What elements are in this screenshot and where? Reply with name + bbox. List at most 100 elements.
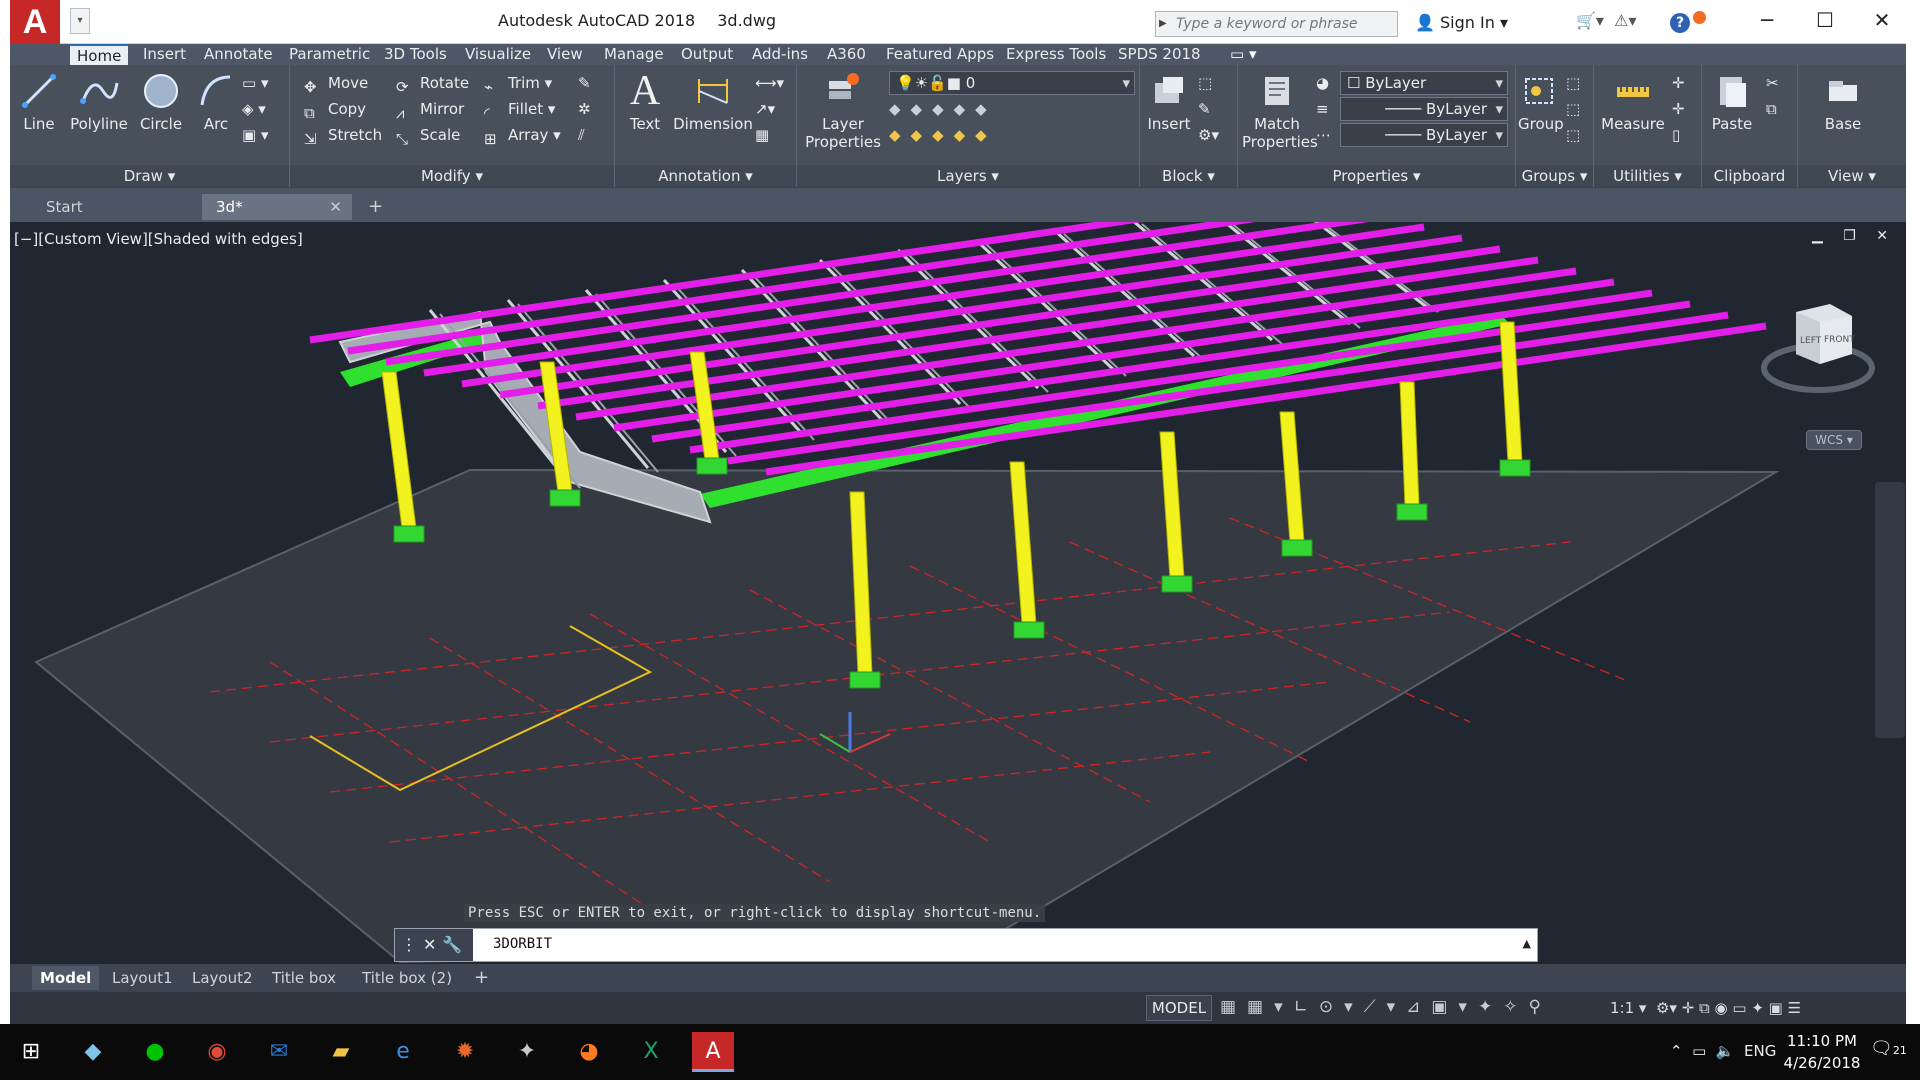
ribbon-minimize-icon[interactable]: ▭ ▾ — [1230, 44, 1256, 65]
tab-view[interactable]: View — [547, 44, 583, 65]
measure-tool[interactable]: Measure — [1600, 71, 1666, 133]
command-input[interactable]: 3DORBIT — [493, 936, 552, 952]
app-icon-8[interactable]: ✦ — [506, 1032, 548, 1072]
app-icon-3[interactable]: ◉ — [196, 1032, 238, 1072]
group-select-icon[interactable]: ⬚ — [1566, 123, 1580, 147]
move-tool[interactable]: ✥ Move — [304, 71, 368, 96]
calculator-icon[interactable]: ▯ — [1672, 123, 1680, 147]
group-tool[interactable]: Group — [1518, 71, 1564, 133]
close-tab-icon[interactable]: ✕ — [329, 194, 342, 220]
system-tray[interactable]: ⌃ ▭ 🔈 ENG — [1670, 1042, 1776, 1060]
insert-tool[interactable]: Insert — [1144, 71, 1194, 133]
tab-annotate[interactable]: Annotate — [204, 44, 273, 65]
paste-tool[interactable]: Paste — [1708, 71, 1756, 133]
tab-title-box-2[interactable]: Title box (2) — [354, 966, 460, 990]
rectangle-icon[interactable]: ▭ ▾ — [242, 71, 268, 95]
point-icon[interactable]: ✛ — [1672, 97, 1685, 121]
polyline-tool[interactable]: Polyline — [68, 71, 130, 133]
stretch-tool[interactable]: ⇲ Stretch — [304, 123, 382, 148]
view-panel-label[interactable]: View ▾ — [1798, 165, 1906, 187]
app-icon-1[interactable]: ◆ — [72, 1032, 114, 1072]
command-line[interactable]: ⋮✕🔧 3DORBIT ▲ — [394, 928, 1538, 962]
fillet-tool[interactable]: ◜ Fillet ▾ — [484, 97, 555, 122]
tab-3d-tools[interactable]: 3D Tools — [384, 44, 447, 65]
autocad-taskbar-icon[interactable]: A — [692, 1032, 734, 1072]
color-dropdown[interactable]: ☐ ByLayer — [1340, 71, 1508, 95]
annotation-panel-label[interactable]: Annotation ▾ — [615, 165, 796, 187]
start-icon[interactable]: ⊞ — [10, 1032, 52, 1072]
text-tool[interactable]: A Text — [623, 70, 667, 133]
language-indicator[interactable]: ENG — [1744, 1042, 1776, 1060]
viewport-window-controls[interactable]: ▁ ❐ ✕ — [1812, 228, 1896, 244]
app-menu-button[interactable]: A — [10, 0, 60, 44]
line-tool[interactable]: Line — [16, 71, 62, 133]
modify-panel-label[interactable]: Modify ▾ — [290, 165, 614, 187]
view-cube[interactable]: LEFT FRONT — [1760, 298, 1876, 394]
clock[interactable]: 11:10 PM 4/26/2018 — [1776, 1030, 1868, 1074]
attribute-icon[interactable]: ⚙▾ — [1198, 123, 1219, 147]
edit-block-icon[interactable]: ✎ — [1198, 97, 1211, 121]
base-tool[interactable]: Base — [1818, 71, 1868, 133]
leader-icon[interactable]: ↗▾ — [755, 97, 775, 121]
new-tab-icon[interactable]: + — [360, 194, 392, 220]
layer-dropdown[interactable]: 💡☀🔓■ 0 — [889, 71, 1135, 95]
tab-spds-2018[interactable]: SPDS 2018 — [1118, 44, 1201, 65]
circle-tool[interactable]: Circle — [134, 71, 188, 133]
linear-dim-icon[interactable]: ⟷▾ — [755, 71, 784, 95]
erase-icon[interactable]: ✎ — [578, 71, 591, 95]
utilities-panel-label[interactable]: Utilities ▾ — [1594, 165, 1701, 187]
rotate-tool[interactable]: ⟳ Rotate — [396, 71, 469, 96]
linetype-icon[interactable]: ⋯ — [1316, 123, 1331, 147]
layer-properties-tool[interactable]: Layer Properties — [803, 71, 883, 151]
layers-panel-label[interactable]: Layers ▾ — [797, 165, 1139, 187]
search-input[interactable]: Type a keyword or phrase — [1155, 11, 1398, 37]
quick-access-dropdown[interactable]: ▾ — [70, 8, 90, 34]
model-space-button[interactable]: MODEL — [1146, 995, 1212, 1021]
mirror-tool[interactable]: ⩘ Mirror — [396, 97, 464, 122]
status-toggles[interactable]: ▦▦▾∟⊙▾⟋▾⊿▣▾✦✧⚲ — [1220, 997, 1552, 1019]
annotation-scale[interactable]: 1:1 ▾ ⚙▾ ✛ ⧉ ◉ ▭ ✦ ▣ ☰ — [1610, 999, 1801, 1017]
notification-icon[interactable] — [1693, 11, 1706, 24]
layer-tools-row-2[interactable]: ◆◆◆◆◆ — [889, 123, 997, 147]
offset-icon[interactable]: ⫽ — [578, 123, 585, 147]
arc-tool[interactable]: Arc — [194, 71, 238, 133]
tab-layout2[interactable]: Layout2 — [184, 966, 261, 990]
tab-layout1[interactable]: Layout1 — [104, 966, 181, 990]
region-icon[interactable]: ▣ ▾ — [242, 123, 268, 147]
help-icon[interactable]: ? — [1670, 13, 1690, 33]
array-tool[interactable]: ⊞ Array ▾ — [484, 123, 561, 148]
dimension-tool[interactable]: Dimension — [673, 71, 753, 133]
tab-model[interactable]: Model — [32, 966, 100, 990]
lineweight-icon[interactable]: ≡ — [1316, 97, 1329, 121]
line-app-icon[interactable]: ● — [134, 1032, 176, 1072]
explode-icon[interactable]: ✲ — [578, 97, 591, 121]
new-layout-icon[interactable]: + — [466, 966, 497, 990]
copy-clip-icon[interactable]: ⧉ — [1766, 97, 1777, 121]
wcs-menu[interactable]: WCS ▾ — [1806, 430, 1862, 450]
outlook-icon[interactable]: ✉ — [258, 1032, 300, 1072]
tab-manage[interactable]: Manage — [604, 44, 664, 65]
tab-parametric[interactable]: Parametric — [289, 44, 370, 65]
layer-tools-row-1[interactable]: ◆◆◆◆◆ — [889, 97, 997, 121]
navigation-bar[interactable] — [1875, 482, 1905, 738]
cart-icon[interactable]: 🛒▾ ⚠▾ — [1576, 11, 1637, 30]
tab-a360[interactable]: A360 — [827, 44, 866, 65]
command-line-tools[interactable]: ⋮✕🔧 — [395, 929, 473, 961]
trim-tool[interactable]: ⌁ Trim ▾ — [484, 71, 552, 96]
tab-home[interactable]: Home — [70, 44, 129, 65]
quick-calc-icon[interactable]: ✛ — [1672, 71, 1685, 95]
hatch-icon[interactable]: ◈ ▾ — [242, 97, 266, 121]
groups-panel-label[interactable]: Groups ▾ — [1516, 165, 1593, 187]
tab-add-ins[interactable]: Add-ins — [752, 44, 808, 65]
tab-insert[interactable]: Insert — [143, 44, 186, 65]
cut-icon[interactable]: ✂ — [1766, 71, 1779, 95]
tab-output[interactable]: Output — [681, 44, 733, 65]
properties-panel-label[interactable]: Properties ▾ — [1238, 165, 1515, 187]
tab-title-box[interactable]: Title box — [264, 966, 344, 990]
table-icon[interactable]: ▦ — [755, 123, 769, 147]
block-panel-label[interactable]: Block ▾ — [1140, 165, 1237, 187]
ungroup-icon[interactable]: ⬚ — [1566, 71, 1580, 95]
tab-express-tools[interactable]: Express Tools — [1006, 44, 1106, 65]
viewport-controls-label[interactable]: [−][Custom View][Shaded with edges] — [14, 230, 303, 248]
linetype-dropdown[interactable]: ──── ByLayer — [1340, 97, 1508, 121]
